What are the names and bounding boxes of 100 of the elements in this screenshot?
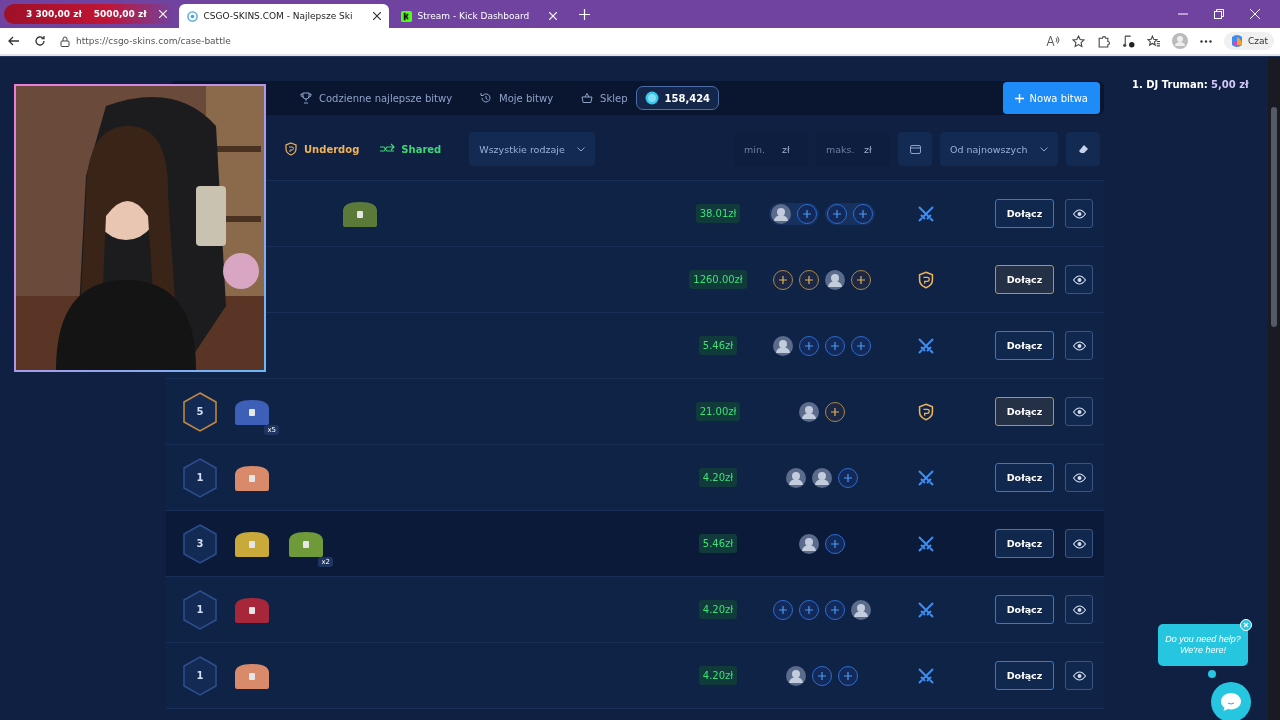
- view-button[interactable]: [1065, 199, 1093, 228]
- music-icon[interactable]: [1121, 34, 1135, 48]
- mode-filter[interactable]: Underdog: [278, 142, 366, 156]
- basket-icon: [581, 92, 594, 104]
- plus-icon: [779, 605, 787, 614]
- plus-icon: [844, 473, 852, 482]
- crossed-swords-icon: [917, 204, 935, 223]
- max-price-field[interactable]: maks. zł: [816, 132, 890, 166]
- join-button[interactable]: Dołącz: [995, 397, 1054, 426]
- plus-icon: [857, 341, 865, 350]
- battle-price: 5.46zł: [698, 336, 738, 355]
- join-button[interactable]: Dołącz: [995, 199, 1054, 228]
- coin-balance[interactable]: 158,424: [635, 86, 720, 110]
- view-button[interactable]: [1065, 331, 1093, 360]
- round-count: 1: [182, 457, 218, 498]
- mode-filter[interactable]: Shared: [373, 143, 448, 155]
- restore-icon[interactable]: [1214, 9, 1224, 19]
- join-button[interactable]: Dołącz: [995, 331, 1054, 360]
- new-tab-icon[interactable]: [579, 8, 591, 20]
- type-dropdown[interactable]: Wszystkie rodzaje: [469, 132, 595, 166]
- join-button[interactable]: Dołącz: [995, 463, 1054, 492]
- chat-button[interactable]: [1211, 682, 1251, 720]
- plus-icon: [803, 209, 811, 218]
- nav-link[interactable]: Codzienne najlepsze bitwy: [300, 92, 453, 104]
- view-button[interactable]: [1065, 529, 1093, 558]
- view-button[interactable]: [1065, 661, 1093, 690]
- battle-price: 4.20zł: [698, 600, 738, 619]
- join-button[interactable]: Dołącz: [995, 265, 1054, 294]
- join-slot-button[interactable]: [825, 533, 845, 554]
- refresh-icon[interactable]: [34, 35, 46, 47]
- star-icon[interactable]: [1071, 34, 1085, 48]
- join-slot-button[interactable]: [799, 269, 819, 290]
- browser-tab[interactable]: CSGO-SKINS.COM - Najlepsze Ski: [178, 4, 389, 28]
- join-slot-button[interactable]: [825, 599, 845, 620]
- plus-icon: [818, 671, 826, 680]
- join-button[interactable]: Dołącz: [995, 529, 1054, 558]
- leaderboard-entry: 1. DJ Truman: 5,00 zł: [1132, 79, 1250, 90]
- sort-dropdown[interactable]: Od najnowszych: [940, 132, 1058, 166]
- favorites-icon[interactable]: [1146, 34, 1160, 48]
- join-slot-button[interactable]: [797, 203, 817, 224]
- shield-icon: [284, 142, 298, 156]
- eraser-button[interactable]: [1066, 132, 1100, 166]
- min-price-field[interactable]: min. zł: [734, 132, 808, 166]
- join-slot-button[interactable]: [773, 599, 793, 620]
- view-button[interactable]: [1065, 397, 1093, 426]
- tab-title: CSGO-SKINS.COM - Najlepsze Ski: [203, 11, 353, 21]
- player-avatar: [786, 467, 806, 488]
- address-field[interactable]: https://csgo-skins.com/case-battle: [60, 35, 1032, 47]
- join-slot-button[interactable]: [838, 467, 858, 488]
- player-avatar: [851, 599, 871, 620]
- battle-price: 4.20zł: [698, 666, 738, 685]
- chevron-down-icon: [576, 146, 585, 152]
- join-slot-button[interactable]: [825, 335, 845, 356]
- wallet-button[interactable]: [898, 132, 932, 166]
- price-input[interactable]: min.: [744, 143, 778, 155]
- join-button[interactable]: Dołącz: [995, 595, 1054, 624]
- battle-row[interactable]: 1 4.20zł Dołącz: [166, 445, 1104, 511]
- view-button[interactable]: [1065, 595, 1093, 624]
- join-slot-button[interactable]: [825, 401, 845, 422]
- chat-icon: [1220, 692, 1242, 712]
- battle-row[interactable]: 1 4.20zł Dołącz: [166, 643, 1104, 709]
- crossed-swords-icon: [917, 534, 935, 553]
- player-avatar: [799, 401, 819, 422]
- goal-amount: 3 300,00 zł: [26, 9, 82, 19]
- join-slot-button[interactable]: [838, 665, 858, 686]
- player-avatar: [786, 665, 806, 686]
- join-slot-button[interactable]: [851, 335, 871, 356]
- plus-icon: [859, 209, 867, 218]
- more-icon[interactable]: [1199, 39, 1212, 43]
- close-icon[interactable]: [372, 12, 381, 20]
- join-slot-button[interactable]: [851, 269, 871, 290]
- join-slot-button[interactable]: [812, 665, 832, 686]
- price-input[interactable]: maks.: [826, 143, 860, 155]
- view-button[interactable]: [1065, 463, 1093, 492]
- nav-link[interactable]: Sklep: [581, 92, 628, 104]
- plus-icon: [831, 539, 839, 548]
- currency-label: zł: [864, 143, 872, 155]
- join-slot-button[interactable]: [799, 599, 819, 620]
- battle-row[interactable]: 5.46zł Dołącz: [166, 313, 1104, 379]
- browser-tab[interactable]: 3 300,00 zł 5000,00 zł: [4, 4, 175, 24]
- join-button[interactable]: Dołącz: [995, 661, 1054, 690]
- eye-icon: [1072, 604, 1086, 615]
- battle-row[interactable]: 1 4.20zł Dołącz: [166, 577, 1104, 643]
- bubble-dot-icon: [1208, 670, 1216, 678]
- view-button[interactable]: [1065, 265, 1093, 294]
- join-slot-button[interactable]: [773, 269, 793, 290]
- url-text: https://csgo-skins.com/case-battle: [76, 36, 231, 46]
- plus-icon: [805, 605, 813, 614]
- join-slot-button[interactable]: [853, 203, 873, 224]
- join-slot-button[interactable]: [799, 335, 819, 356]
- browser-tab[interactable]: Stream - Kick Dashboard: [392, 4, 566, 28]
- copilot-button[interactable]: Czat: [1223, 32, 1274, 50]
- back-icon[interactable]: [8, 35, 20, 47]
- extensions-icon[interactable]: [1096, 34, 1110, 48]
- read-aloud-icon[interactable]: [1045, 35, 1060, 47]
- join-slot-button[interactable]: [827, 203, 847, 224]
- shield-icon: [917, 270, 935, 289]
- nav-link[interactable]: Moje bitwy: [480, 92, 554, 104]
- player-avatar: [812, 467, 832, 488]
- player-avatar: [799, 533, 819, 554]
